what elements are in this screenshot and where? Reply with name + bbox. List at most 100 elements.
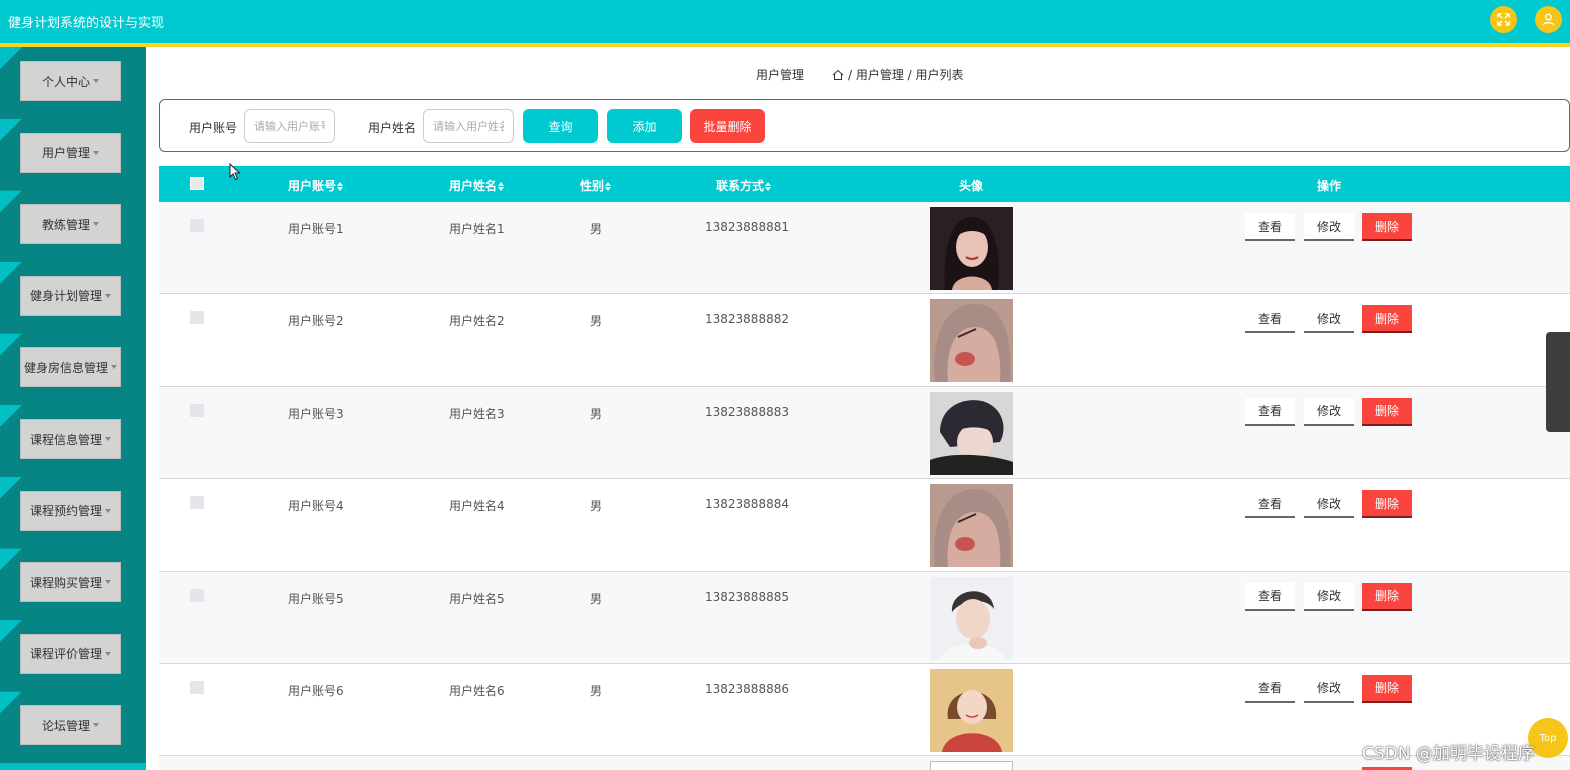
caret-down-icon <box>105 580 111 585</box>
mouse-cursor-icon <box>229 163 241 181</box>
name-cell: 用户姓名6 <box>449 683 505 698</box>
avatar-placeholder <box>930 761 1013 770</box>
row-checkbox[interactable] <box>190 588 204 602</box>
sidebar-item-label: 教练管理 <box>41 217 90 232</box>
gender-cell: 男 <box>590 406 603 421</box>
account-cell: 用户账号5 <box>288 591 344 606</box>
edit-button[interactable]: 修改 <box>1304 674 1354 703</box>
sidebar-item-label: 健身计划管理 <box>29 289 102 304</box>
sidebar-item-label: 课程购买管理 <box>29 575 102 590</box>
add-button[interactable]: 添加 <box>607 109 682 143</box>
avatar <box>930 207 1013 290</box>
delete-button[interactable]: 删除 <box>1362 490 1412 519</box>
fullscreen-button[interactable] <box>1490 6 1517 33</box>
view-button[interactable]: 查看 <box>1245 397 1295 426</box>
sidebar-item-coach-management[interactable]: 教练管理 <box>0 190 146 263</box>
view-button[interactable]: 查看 <box>1245 490 1295 519</box>
row-checkbox[interactable] <box>190 680 204 694</box>
caret-down-icon <box>93 150 99 155</box>
table-header: 用户账号 用户姓名 性别 联系方式 头像 操作 <box>159 166 1570 202</box>
row-checkbox[interactable] <box>190 219 204 232</box>
column-header-avatar: 头像 <box>959 179 984 193</box>
sidebar-item-label: 课程信息管理 <box>29 432 102 447</box>
edit-button[interactable]: 修改 <box>1304 305 1354 334</box>
page-title: 用户管理 <box>756 68 805 82</box>
row-checkbox[interactable] <box>190 496 204 510</box>
sidebar-item-label: 个人中心 <box>41 74 90 89</box>
delete-button[interactable]: 删除 <box>1362 397 1412 426</box>
sidebar-item-gym-info-management[interactable]: 健身房信息管理 <box>0 333 146 406</box>
account-cell: 用户账号1 <box>288 222 344 236</box>
name-cell: 用户姓名3 <box>449 406 505 421</box>
edit-button[interactable]: 修改 <box>1304 213 1354 241</box>
row-checkbox[interactable] <box>190 403 204 417</box>
user-menu-button[interactable] <box>1535 6 1562 33</box>
watermark: CSDN @加明毕设程序 <box>1362 744 1535 764</box>
view-button[interactable]: 查看 <box>1245 582 1295 611</box>
avatar <box>930 484 1013 568</box>
view-button[interactable]: 查看 <box>1245 213 1295 241</box>
delete-button[interactable]: 删除 <box>1362 582 1412 611</box>
select-all-checkbox[interactable] <box>190 177 204 190</box>
account-cell: 用户账号2 <box>288 314 344 329</box>
caret-down-icon <box>105 293 111 298</box>
sort-icon <box>605 182 612 191</box>
avatar <box>930 668 1013 752</box>
edit-button[interactable]: 修改 <box>1304 582 1354 611</box>
user-table: 用户账号 用户姓名 性别 联系方式 头像 操作 用户账号1 用户姓名1 男 13… <box>159 166 1570 770</box>
sidebar-item-personal-center[interactable]: 个人中心 <box>0 47 146 119</box>
name-label: 用户姓名 <box>368 121 417 135</box>
table-row: 用户账号3 用户姓名3 男 13823888883 查看 修改 删除 <box>159 386 1570 480</box>
fullscreen-icon <box>1497 13 1510 26</box>
table-row: 用户账号1 用户姓名1 男 13823888881 查看 修改 删除 <box>159 202 1570 295</box>
batch-delete-button[interactable]: 批量删除 <box>690 109 765 143</box>
sort-icon <box>765 182 772 191</box>
edit-button[interactable]: 修改 <box>1304 397 1354 426</box>
user-icon <box>1542 13 1555 26</box>
account-cell: 用户账号3 <box>288 406 344 421</box>
sidebar-item-course-info-management[interactable]: 课程信息管理 <box>0 405 146 477</box>
phone-cell: 13823888882 <box>705 312 789 327</box>
name-search-input[interactable] <box>423 109 514 143</box>
table-row: 用户账号5 用户姓名5 男 13823888885 查看 修改 删除 <box>159 571 1570 664</box>
column-header-name[interactable]: 用户姓名 <box>449 177 505 194</box>
top-header: 健身计划系统的设计与实现 <box>0 0 1570 47</box>
column-header-account[interactable]: 用户账号 <box>288 177 344 194</box>
column-header-gender[interactable]: 性别 <box>580 177 612 194</box>
app-title: 健身计划系统的设计与实现 <box>8 16 165 31</box>
name-cell: 用户姓名5 <box>449 591 505 606</box>
caret-down-icon <box>105 508 111 513</box>
sidebar-item-course-booking-management[interactable]: 课程预约管理 <box>0 476 146 549</box>
name-cell: 用户姓名1 <box>449 222 505 236</box>
sidebar-item-course-purchase-management[interactable]: 课程购买管理 <box>0 548 146 621</box>
side-panel-handle[interactable] <box>1546 332 1570 432</box>
sidebar-item-fitness-plan-management[interactable]: 健身计划管理 <box>0 261 146 334</box>
account-cell: 用户账号4 <box>288 499 344 514</box>
view-button[interactable]: 查看 <box>1245 674 1295 703</box>
delete-button[interactable]: 删除 <box>1362 305 1412 334</box>
sidebar-item-label: 课程预约管理 <box>29 504 102 519</box>
sidebar-item-forum-management[interactable]: 论坛管理 <box>0 691 146 764</box>
gender-cell: 男 <box>590 683 603 698</box>
caret-down-icon <box>105 437 111 441</box>
gender-cell: 男 <box>590 591 603 606</box>
account-search-input[interactable] <box>244 109 335 143</box>
sidebar-item-user-management[interactable]: 用户管理 <box>0 118 146 191</box>
gender-cell: 男 <box>590 222 603 236</box>
home-icon[interactable] <box>832 69 844 81</box>
delete-button[interactable]: 删除 <box>1362 674 1412 703</box>
query-button[interactable]: 查询 <box>523 109 598 143</box>
table-row <box>159 756 1570 770</box>
breadcrumb: / 用户管理 / 用户列表 <box>832 66 964 83</box>
sidebar-item-course-review-management[interactable]: 课程评价管理 <box>0 619 146 692</box>
sort-icon <box>337 182 344 191</box>
delete-button[interactable]: 删除 <box>1362 213 1412 241</box>
gender-cell: 男 <box>590 314 603 329</box>
table-row: 用户账号2 用户姓名2 男 13823888882 查看 修改 删除 <box>159 294 1570 387</box>
phone-cell: 13823888881 <box>705 220 789 234</box>
column-header-phone[interactable]: 联系方式 <box>716 177 772 194</box>
row-checkbox[interactable] <box>190 311 204 325</box>
edit-button[interactable]: 修改 <box>1304 490 1354 519</box>
view-button[interactable]: 查看 <box>1245 305 1295 334</box>
breadcrumb-path[interactable]: / 用户管理 / 用户列表 <box>848 66 964 83</box>
